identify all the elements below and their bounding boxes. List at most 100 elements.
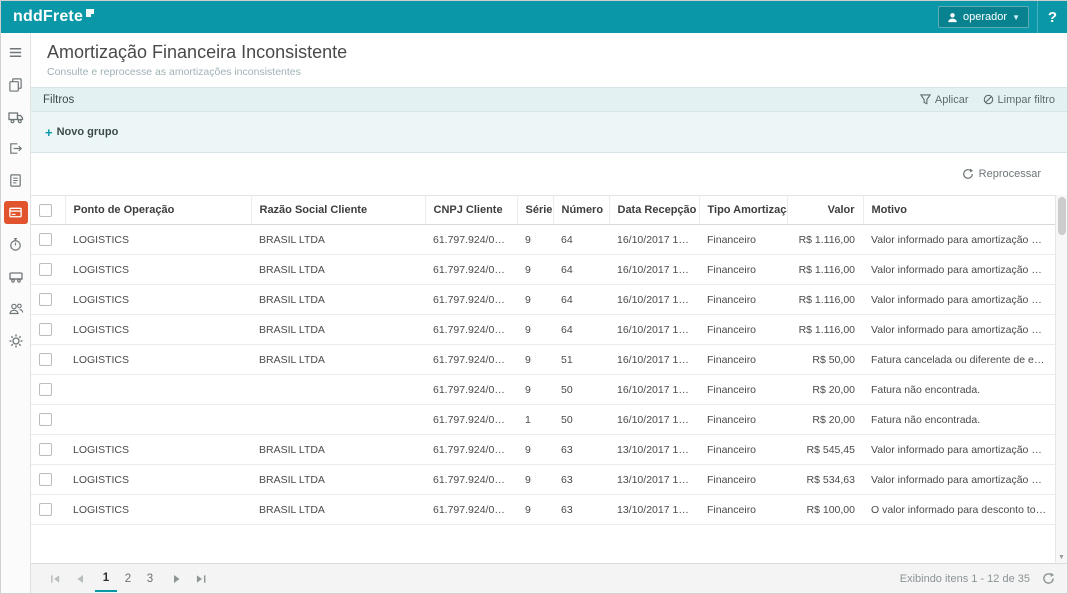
table-row[interactable]: LOGISTICSBRASIL LTDA61.797.924/0007-4096… [31, 315, 1055, 345]
menu-icon[interactable] [4, 41, 28, 64]
truck-icon[interactable] [4, 105, 28, 128]
table-row[interactable]: LOGISTICSBRASIL LTDA61.797.924/0007-4095… [31, 345, 1055, 375]
copy-icon[interactable] [4, 73, 28, 96]
column-header-serie[interactable]: Série [517, 196, 553, 225]
row-checkbox[interactable] [39, 323, 52, 336]
vertical-scrollbar[interactable]: ▼ [1055, 195, 1067, 563]
cell-serie: 1 [517, 405, 553, 435]
row-checkbox[interactable] [39, 383, 52, 396]
column-header-data[interactable]: Data Recepção↓ [609, 196, 699, 225]
row-checkbox[interactable] [39, 443, 52, 456]
new-group-button[interactable]: + Novo grupo [45, 126, 118, 139]
cell-razao: BRASIL LTDA [251, 285, 425, 315]
cell-ponto [65, 405, 251, 435]
pagination-status: Exibindo itens 1 - 12 de 35 [900, 572, 1055, 585]
next-page-button[interactable] [165, 568, 189, 590]
row-checkbox[interactable] [39, 413, 52, 426]
row-checkbox[interactable] [39, 233, 52, 246]
table-row[interactable]: 61.797.924/0007-4015016/10/2017 14:03Fin… [31, 405, 1055, 435]
cell-numero: 64 [553, 225, 609, 255]
reprocess-button[interactable]: Reprocessar [962, 168, 1041, 180]
page-subtitle: Consulte e reprocesse as amortizações in… [47, 66, 1051, 78]
row-checkbox[interactable] [39, 263, 52, 276]
main-content: Amortização Financeira Inconsistente Con… [31, 33, 1067, 593]
cell-motivo: Valor informado para amortização é invál… [863, 435, 1055, 465]
table-row[interactable]: LOGISTICSBRASIL LTDA61.797.924/0007-4096… [31, 255, 1055, 285]
cell-motivo: O valor informado para desconto total de… [863, 495, 1055, 525]
user-icon [947, 12, 958, 23]
row-select-cell [31, 315, 65, 345]
apply-filter-button[interactable]: Aplicar [920, 94, 969, 106]
row-select-cell [31, 225, 65, 255]
column-header-ponto[interactable]: Ponto de Operação [65, 196, 251, 225]
column-header-tipo[interactable]: Tipo Amortização [699, 196, 787, 225]
filters-actions: Aplicar Limpar filtro [920, 94, 1055, 106]
cell-razao: BRASIL LTDA [251, 225, 425, 255]
chevron-down-icon: ▼ [1012, 13, 1020, 22]
cell-cnpj: 61.797.924/0007-40 [425, 315, 517, 345]
help-button[interactable]: ? [1037, 1, 1067, 33]
table-row[interactable]: LOGISTICSBRASIL LTDA61.797.924/0007-4096… [31, 285, 1055, 315]
column-header-razao[interactable]: Razão Social Cliente [251, 196, 425, 225]
table-row[interactable]: LOGISTICSBRASIL LTDA61.797.924/0007-4096… [31, 435, 1055, 465]
app-window: nddFrete operador ▼ ? [0, 0, 1068, 594]
page-button-2[interactable]: 2 [117, 566, 139, 592]
users-icon[interactable] [4, 297, 28, 320]
cell-cnpj: 61.797.924/0007-40 [425, 225, 517, 255]
page-title: Amortização Financeira Inconsistente [47, 42, 1051, 63]
row-checkbox[interactable] [39, 473, 52, 486]
refresh-icon [1042, 572, 1055, 585]
cell-tipo: Financeiro [699, 225, 787, 255]
stopwatch-icon[interactable] [4, 233, 28, 256]
cell-numero: 63 [553, 435, 609, 465]
first-page-button[interactable] [43, 568, 67, 590]
cell-data: 13/10/2017 18:17 [609, 465, 699, 495]
column-header-valor[interactable]: Valor [787, 196, 863, 225]
cell-tipo: Financeiro [699, 465, 787, 495]
cell-serie: 9 [517, 435, 553, 465]
page-button-1[interactable]: 1 [95, 566, 117, 592]
row-checkbox[interactable] [39, 353, 52, 366]
scrollbar-thumb[interactable] [1058, 197, 1066, 235]
filters-panel-body: + Novo grupo [31, 112, 1067, 153]
cell-data: 13/10/2017 18:19 [609, 435, 699, 465]
cell-data: 13/10/2017 18:15 [609, 495, 699, 525]
row-select-cell [31, 375, 65, 405]
cell-valor: R$ 20,00 [787, 375, 863, 405]
select-all-checkbox[interactable] [39, 204, 52, 217]
last-page-button[interactable] [189, 568, 213, 590]
user-menu-button[interactable]: operador ▼ [938, 6, 1029, 28]
cell-razao: BRASIL LTDA [251, 465, 425, 495]
row-checkbox[interactable] [39, 503, 52, 516]
cell-motivo: Fatura cancelada ou diferente de em rece… [863, 345, 1055, 375]
cell-valor: R$ 1.116,00 [787, 285, 863, 315]
row-checkbox[interactable] [39, 293, 52, 306]
cell-valor: R$ 545,45 [787, 435, 863, 465]
cell-valor: R$ 20,00 [787, 405, 863, 435]
table-row[interactable]: LOGISTICSBRASIL LTDA61.797.924/0007-4096… [31, 495, 1055, 525]
table-row[interactable]: LOGISTICSBRASIL LTDA61.797.924/0007-4096… [31, 465, 1055, 495]
cell-cnpj: 61.797.924/0007-40 [425, 285, 517, 315]
table-header-row: Ponto de OperaçãoRazão Social ClienteCNP… [31, 196, 1055, 225]
amortization-icon[interactable] [4, 201, 28, 224]
previous-page-button[interactable] [67, 568, 91, 590]
grid-refresh-button[interactable] [1042, 572, 1055, 585]
cell-ponto: LOGISTICS [65, 345, 251, 375]
export-icon[interactable] [4, 137, 28, 160]
settings-icon[interactable] [4, 329, 28, 352]
report-icon[interactable] [4, 169, 28, 192]
column-header-motivo[interactable]: Motivo [863, 196, 1055, 225]
table-row[interactable]: LOGISTICSBRASIL LTDA61.797.924/0007-4096… [31, 225, 1055, 255]
table-row[interactable]: 61.797.924/0007-4095016/10/2017 14:07Fin… [31, 375, 1055, 405]
cell-valor: R$ 1.116,00 [787, 255, 863, 285]
cell-valor: R$ 50,00 [787, 345, 863, 375]
scrollbar-down-arrow[interactable]: ▼ [1056, 551, 1067, 563]
page-button-3[interactable]: 3 [139, 566, 161, 592]
column-header-cnpj[interactable]: CNPJ Cliente [425, 196, 517, 225]
cell-numero: 50 [553, 375, 609, 405]
filters-panel-header: Filtros Aplicar Limpar filtro [31, 87, 1067, 112]
row-select-cell [31, 345, 65, 375]
fleet-icon[interactable] [4, 265, 28, 288]
clear-filter-button[interactable]: Limpar filtro [983, 94, 1055, 106]
column-header-numero[interactable]: Número [553, 196, 609, 225]
